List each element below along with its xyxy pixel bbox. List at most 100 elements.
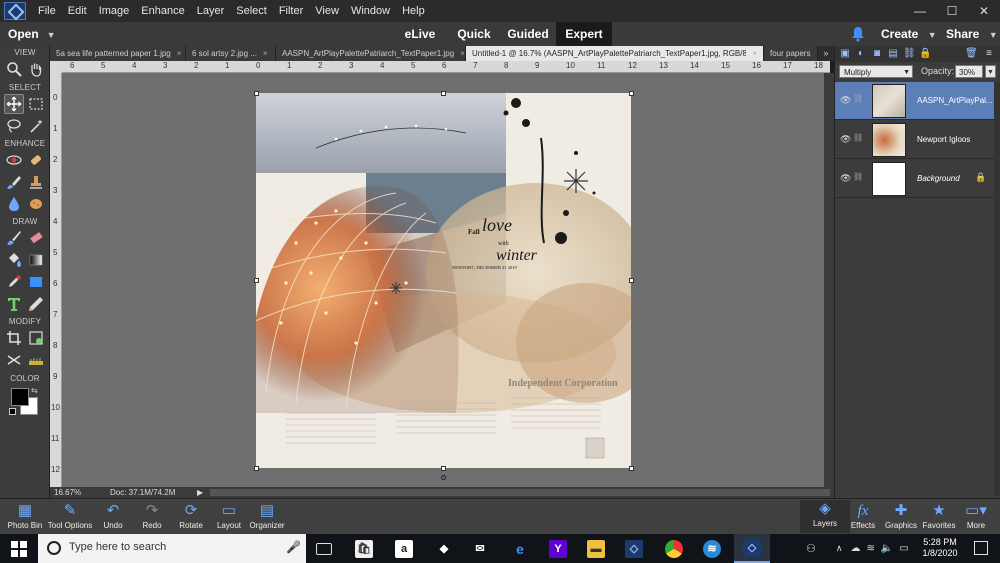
link-icon[interactable]: ⛓	[853, 172, 863, 181]
close-icon[interactable]: ×	[460, 46, 465, 61]
clone-stamp-icon[interactable]	[26, 172, 46, 192]
tab-expert[interactable]: Expert	[556, 22, 612, 46]
menu-layer[interactable]: Layer	[197, 5, 225, 17]
close-button[interactable]: ✕	[968, 0, 1000, 22]
trash-icon[interactable]: 🗑	[965, 48, 978, 60]
share-button[interactable]: Share ▼	[946, 22, 998, 46]
maximize-button[interactable]: ☐	[936, 0, 968, 22]
menu-filter[interactable]: Filter	[279, 5, 303, 17]
brush-tool-icon[interactable]	[4, 228, 24, 248]
blend-mode-select[interactable]: Multiply ▼	[839, 65, 913, 78]
magic-wand-icon[interactable]	[26, 116, 46, 136]
photo-bin-button[interactable]: ▦ Photo Bin	[0, 502, 50, 530]
lock-icon[interactable]: 🔒	[975, 172, 986, 183]
store-icon[interactable]: 🛍	[346, 534, 382, 563]
eyedropper-icon[interactable]	[4, 272, 24, 292]
adjustment-layer-icon[interactable]: ◐	[855, 48, 867, 60]
more-button[interactable]: ▭▾ More	[952, 502, 1000, 530]
amazon-icon[interactable]: a	[386, 534, 422, 563]
link-icon[interactable]: ⛓	[853, 133, 863, 142]
type-tool-icon[interactable]	[4, 294, 24, 314]
edge-icon[interactable]: e	[502, 534, 538, 563]
layer-row[interactable]: 👁 ⛓ AASPN_ArtPlayPal...	[835, 82, 1000, 120]
microphone-icon[interactable]: 🎤	[286, 540, 301, 554]
taskbar-search[interactable]: Type here to search 🎤	[38, 534, 306, 563]
yahoo-icon[interactable]: Y	[540, 534, 576, 563]
cloud-icon[interactable]: ☁	[850, 543, 860, 554]
gradient-tool-icon[interactable]	[26, 250, 46, 270]
layer-row[interactable]: 👁 ⛓ Background 🔒	[835, 160, 1000, 198]
chevron-up-icon[interactable]: ∧	[836, 543, 843, 554]
blue-app-icon[interactable]: ≋	[694, 534, 730, 563]
document-canvas[interactable]: Independent Corporation Fall love with w…	[256, 93, 631, 468]
doc-tab[interactable]: four papers	[764, 46, 818, 61]
visibility-eye-icon[interactable]: 👁	[840, 134, 851, 145]
transform-handle[interactable]	[254, 466, 259, 471]
tab-quick[interactable]: Quick	[448, 22, 500, 46]
zoom-tool-icon[interactable]	[4, 59, 24, 79]
tab-guided[interactable]: Guided	[502, 22, 554, 46]
chrome-icon[interactable]	[656, 534, 692, 563]
transform-handle[interactable]	[629, 278, 634, 283]
menu-image[interactable]: Image	[99, 5, 130, 17]
wifi-icon[interactable]: ≋	[866, 543, 874, 554]
close-icon[interactable]: ×	[263, 46, 268, 61]
visibility-eye-icon[interactable]: 👁	[840, 173, 851, 184]
zoom-level[interactable]: 16.67%	[54, 487, 81, 498]
notifications-icon[interactable]	[974, 541, 988, 555]
open-button[interactable]: Open ▼	[8, 22, 56, 46]
elements-organizer-icon[interactable]: ◇	[616, 534, 652, 563]
layer-row[interactable]: 👁 ⛓ Newport Igloos	[835, 121, 1000, 159]
opacity-dropdown-icon[interactable]: ▼	[985, 65, 996, 78]
organizer-button[interactable]: ▤ Organizer	[242, 502, 292, 530]
smart-brush-icon[interactable]	[4, 172, 24, 192]
lasso-tool-icon[interactable]	[4, 116, 24, 136]
content-aware-move-icon[interactable]	[4, 350, 24, 370]
shape-tool-icon[interactable]	[26, 272, 46, 292]
crop-tool-icon[interactable]	[4, 328, 24, 348]
marquee-tool-icon[interactable]	[26, 94, 46, 114]
transform-handle[interactable]	[254, 91, 259, 96]
doc-tab[interactable]: 6 sol artsy 2.jpg ... ×	[186, 46, 276, 61]
opacity-input[interactable]: 30%	[955, 65, 983, 78]
red-eye-tool-icon[interactable]	[4, 150, 24, 170]
spot-healing-icon[interactable]	[26, 150, 46, 170]
tab-elive[interactable]: eLive	[395, 22, 445, 46]
taskbar-clock[interactable]: 5:28 PM 1/8/2020	[910, 537, 970, 559]
menu-view[interactable]: View	[315, 5, 339, 17]
dropbox-icon[interactable]: ◆	[426, 534, 462, 563]
create-button[interactable]: Create ▼	[881, 22, 937, 46]
file-explorer-icon[interactable]: ▬	[578, 534, 614, 563]
menu-enhance[interactable]: Enhance	[141, 5, 184, 17]
menu-select[interactable]: Select	[236, 5, 267, 17]
task-view-icon[interactable]	[306, 534, 342, 563]
menu-file[interactable]: File	[38, 5, 56, 17]
menu-window[interactable]: Window	[351, 5, 390, 17]
doc-tab-active[interactable]: Untitled-1 @ 16.7% (AASPN_ArtPlayPalette…	[466, 46, 764, 61]
close-icon[interactable]: ×	[752, 46, 757, 61]
move-tool-icon[interactable]	[4, 94, 24, 114]
canvas-workspace[interactable]: Independent Corporation Fall love with w…	[62, 73, 824, 487]
paint-bucket-icon[interactable]	[4, 250, 24, 270]
start-button[interactable]	[0, 534, 38, 563]
keyboard-icon[interactable]: ▭	[899, 543, 908, 554]
photoshop-elements-taskbar-icon[interactable]: ◇	[734, 534, 770, 563]
eraser-tool-icon[interactable]	[26, 228, 46, 248]
link-icon[interactable]: ⛓	[853, 94, 863, 103]
doc-tab[interactable]: 5a sea life patterned paper 1.jpg ×	[50, 46, 186, 61]
transform-handle[interactable]	[441, 91, 446, 96]
tabs-overflow-icon[interactable]: »	[818, 46, 834, 61]
transform-handle[interactable]	[629, 91, 634, 96]
menu-help[interactable]: Help	[402, 5, 425, 17]
visibility-eye-icon[interactable]: 👁	[840, 95, 851, 106]
transform-handle[interactable]	[441, 466, 446, 471]
transform-handle[interactable]	[254, 278, 259, 283]
status-menu-arrow-icon[interactable]: ▶	[197, 487, 203, 498]
pencil-tool-icon[interactable]	[26, 294, 46, 314]
blur-tool-icon[interactable]	[4, 194, 24, 214]
sponge-tool-icon[interactable]	[26, 194, 46, 214]
lock-layer-icon[interactable]: 🔒	[919, 48, 931, 60]
vertical-scrollbar[interactable]	[824, 73, 834, 487]
link-layers-icon[interactable]: ⛓	[903, 48, 916, 60]
transform-handle[interactable]	[629, 466, 634, 471]
